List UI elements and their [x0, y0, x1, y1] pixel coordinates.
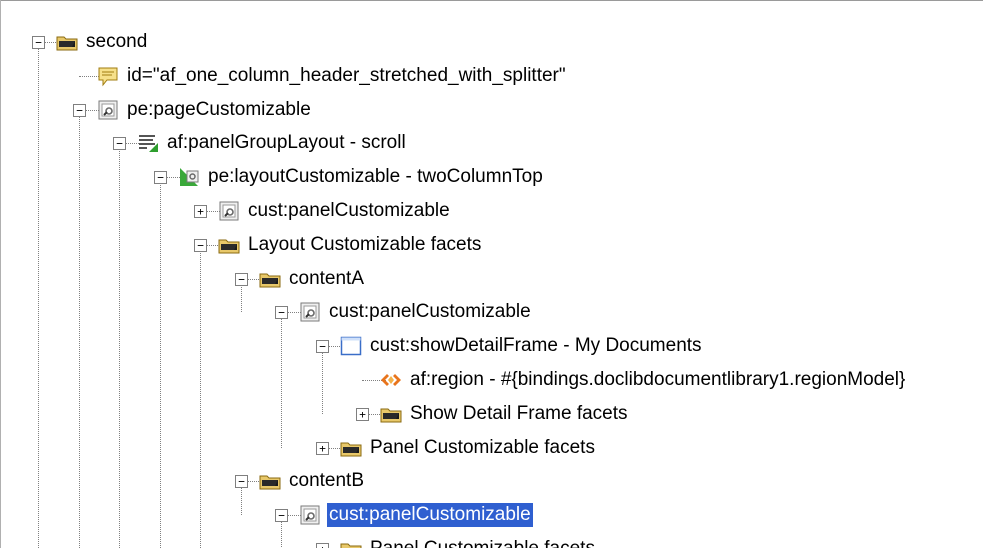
tree-node[interactable]: contentB — [259, 469, 366, 493]
tree-guide-line — [241, 487, 242, 515]
tree-node[interactable]: contentA — [259, 267, 366, 291]
tree-node-label[interactable]: af:region - #{bindings.doclibdocumentlib… — [408, 368, 907, 392]
collapse-toggle-icon[interactable]: − — [113, 137, 126, 150]
customizable-component-icon — [299, 504, 321, 526]
panel-group-layout-icon — [137, 132, 159, 154]
region-icon — [380, 369, 402, 391]
tree-node[interactable]: af:panelGroupLayout - scroll — [137, 131, 408, 155]
collapse-toggle-icon[interactable]: − — [235, 273, 248, 286]
folder-facet-icon — [259, 268, 281, 290]
expand-toggle-icon[interactable]: + — [356, 408, 369, 421]
tree-node[interactable]: cust:panelCustomizable — [218, 199, 452, 223]
folder-facet-icon — [340, 538, 362, 548]
expand-toggle-icon[interactable]: + — [316, 543, 329, 548]
tree-node-label[interactable]: contentB — [287, 469, 366, 493]
structure-tree[interactable]: − second id="af_one_column_header_stretche… — [0, 0, 983, 548]
tree-node-label[interactable]: Panel Customizable facets — [368, 436, 597, 460]
expand-toggle-icon[interactable]: + — [316, 442, 329, 455]
tree-node-label[interactable]: pe:pageCustomizable — [125, 98, 313, 122]
tree-node[interactable]: Show Detail Frame facets — [380, 402, 630, 426]
folder-facet-icon — [218, 234, 240, 256]
folder-facet-icon — [380, 403, 402, 425]
collapse-toggle-icon[interactable]: − — [316, 340, 329, 353]
folder-facet-icon — [56, 31, 78, 53]
tree-node-label[interactable]: cust:panelCustomizable — [326, 502, 534, 528]
collapse-toggle-icon[interactable]: − — [73, 104, 86, 117]
tree-guide-line — [79, 116, 80, 548]
tree-guide-line — [38, 48, 39, 548]
tree-node-label[interactable]: af:panelGroupLayout - scroll — [165, 131, 408, 155]
expand-toggle-icon[interactable]: + — [194, 205, 207, 218]
tree-guide-line — [322, 352, 323, 414]
tree-node[interactable]: pe:pageCustomizable — [97, 98, 313, 122]
collapse-toggle-icon[interactable]: − — [275, 306, 288, 319]
folder-facet-icon — [340, 437, 362, 459]
folder-facet-icon — [259, 470, 281, 492]
tree-node[interactable]: Layout Customizable facets — [218, 233, 483, 257]
customizable-component-icon — [97, 99, 119, 121]
tree-node[interactable]: cust:panelCustomizable — [299, 502, 534, 528]
tree-guide-line — [241, 285, 242, 312]
tree-node-label[interactable]: pe:layoutCustomizable - twoColumnTop — [206, 165, 545, 189]
tree-node[interactable]: second — [56, 30, 149, 54]
tree-node[interactable]: Panel Customizable facets — [340, 436, 597, 460]
left-border — [0, 0, 1, 548]
layout-customizable-icon — [178, 166, 200, 188]
tree-node-label[interactable]: contentA — [287, 267, 366, 291]
collapse-toggle-icon[interactable]: − — [275, 509, 288, 522]
tree-node-label[interactable]: Show Detail Frame facets — [408, 402, 630, 426]
tree-node-label[interactable]: cust:panelCustomizable — [327, 300, 533, 324]
tree-node[interactable]: cust:panelCustomizable — [299, 300, 533, 324]
tree-guide-line — [281, 318, 282, 448]
customizable-component-icon — [218, 200, 240, 222]
tree-guide-line — [160, 183, 161, 548]
tree-node-label[interactable]: id="af_one_column_header_stretched_with_… — [125, 64, 568, 88]
tree-guide-line — [119, 149, 120, 548]
comment-icon — [97, 65, 119, 87]
tree-node[interactable]: id="af_one_column_header_stretched_with_… — [97, 64, 568, 88]
show-detail-frame-icon — [340, 335, 362, 357]
tree-node[interactable]: Panel Customizable facets — [340, 537, 597, 548]
customizable-component-icon — [299, 301, 321, 323]
collapse-toggle-icon[interactable]: − — [235, 475, 248, 488]
tree-guide-line — [200, 251, 201, 548]
collapse-toggle-icon[interactable]: − — [154, 171, 167, 184]
tree-guide-line — [281, 521, 282, 548]
tree-node-label[interactable]: cust:panelCustomizable — [246, 199, 452, 223]
collapse-toggle-icon[interactable]: − — [32, 36, 45, 49]
tree-node-label[interactable]: second — [84, 30, 149, 54]
top-border — [0, 0, 983, 1]
tree-node-label[interactable]: cust:showDetailFrame - My Documents — [368, 334, 704, 358]
collapse-toggle-icon[interactable]: − — [194, 239, 207, 252]
tree-node[interactable]: cust:showDetailFrame - My Documents — [340, 334, 704, 358]
tree-node[interactable]: pe:layoutCustomizable - twoColumnTop — [178, 165, 545, 189]
tree-node-label[interactable]: Panel Customizable facets — [368, 537, 597, 548]
tree-node[interactable]: af:region - #{bindings.doclibdocumentlib… — [380, 368, 907, 392]
tree-node-label[interactable]: Layout Customizable facets — [246, 233, 483, 257]
